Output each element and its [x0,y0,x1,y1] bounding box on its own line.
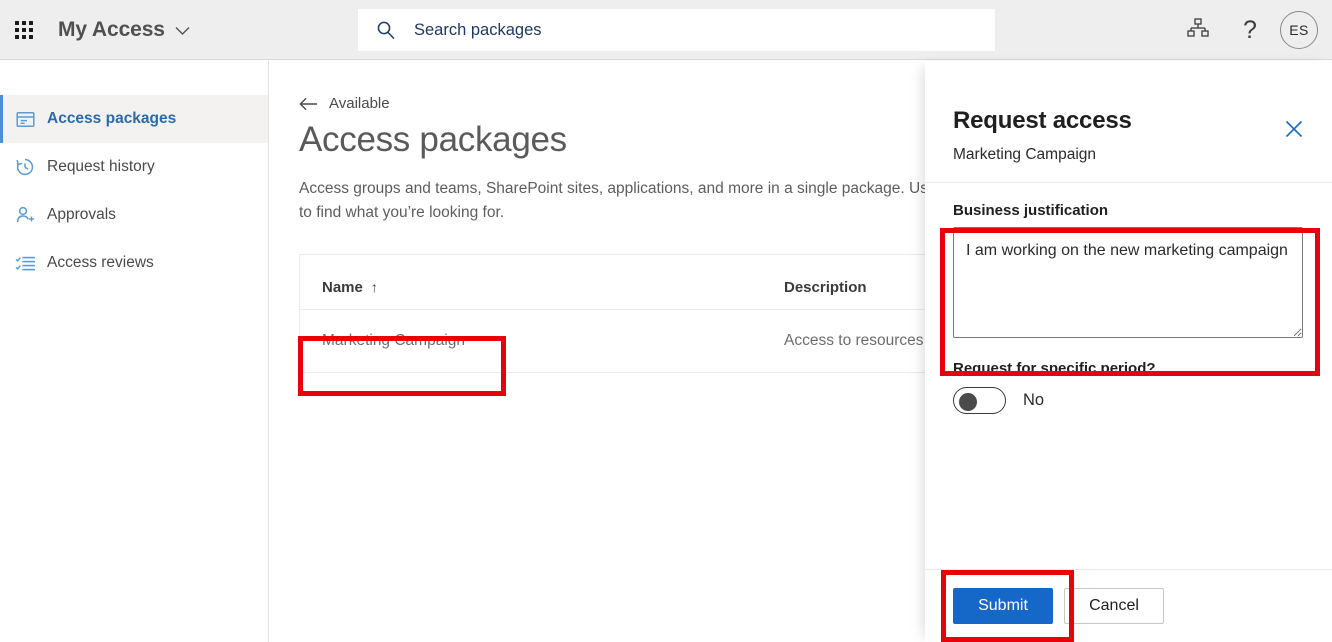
header-actions: ? ES [1172,0,1324,60]
org-hierarchy-icon [1187,18,1209,43]
breadcrumb-label: Available [329,95,390,112]
close-x-icon[interactable] [1280,115,1308,143]
checklist-icon [14,252,36,274]
panel-header: Request access Marketing Campaign [925,61,1332,183]
business-justification-block: Business justification [953,202,1304,338]
chevron-down-icon [175,26,190,36]
specific-period-toggle[interactable] [953,387,1006,414]
panel-body: Business justification Request for speci… [925,183,1332,569]
sidebar-item-request-history[interactable]: Request history [0,143,268,191]
toggle-knob [959,393,977,411]
sidebar: Access packages Request history Approval… [0,61,269,642]
brand-menu[interactable]: My Access [58,0,190,60]
help-button[interactable]: ? [1224,0,1276,60]
history-clock-icon [14,156,36,178]
sidebar-spacer [0,61,268,95]
top-header: My Access [0,0,1332,60]
cell-package-name[interactable]: Marketing Campaign [300,310,762,373]
person-add-icon [14,204,36,226]
toggle-state-label: No [1023,391,1044,410]
search-input[interactable] [412,20,952,41]
avatar[interactable]: ES [1280,11,1318,49]
sidebar-item-access-reviews[interactable]: Access reviews [0,239,268,287]
arrow-left-icon [299,97,318,111]
org-hierarchy-button[interactable] [1172,0,1224,60]
column-header-name[interactable]: Name↑ [300,255,762,310]
request-access-panel: Request access Marketing Campaign Busine… [925,61,1332,642]
sidebar-item-label: Access packages [47,110,176,128]
sidebar-item-label: Approvals [47,206,116,224]
submit-button[interactable]: Submit [953,588,1053,624]
waffle-grid-icon [15,21,33,39]
panel-footer: Submit Cancel [925,569,1332,642]
business-justification-label: Business justification [953,202,1304,219]
package-box-icon [14,108,36,130]
business-justification-input[interactable] [953,227,1303,338]
specific-period-block: Request for specific period? No [953,360,1304,414]
specific-period-toggle-row: No [953,387,1304,414]
app-launcher-button[interactable] [0,0,48,60]
sidebar-item-label: Request history [47,158,155,176]
avatar-initials: ES [1289,22,1308,38]
page-description: Access groups and teams, SharePoint site… [299,177,999,225]
brand-title: My Access [58,18,165,42]
specific-period-label: Request for specific period? [953,360,1304,377]
search-icon [376,20,396,40]
sidebar-item-label: Access reviews [47,254,154,272]
sidebar-item-access-packages[interactable]: Access packages [0,95,268,143]
panel-title: Request access [953,107,1304,135]
cancel-button[interactable]: Cancel [1064,588,1164,624]
question-mark-icon: ? [1243,18,1257,43]
sidebar-item-approvals[interactable]: Approvals [0,191,268,239]
panel-subtitle: Marketing Campaign [953,146,1304,164]
sort-ascending-icon: ↑ [371,279,378,295]
search-box[interactable] [358,9,995,51]
